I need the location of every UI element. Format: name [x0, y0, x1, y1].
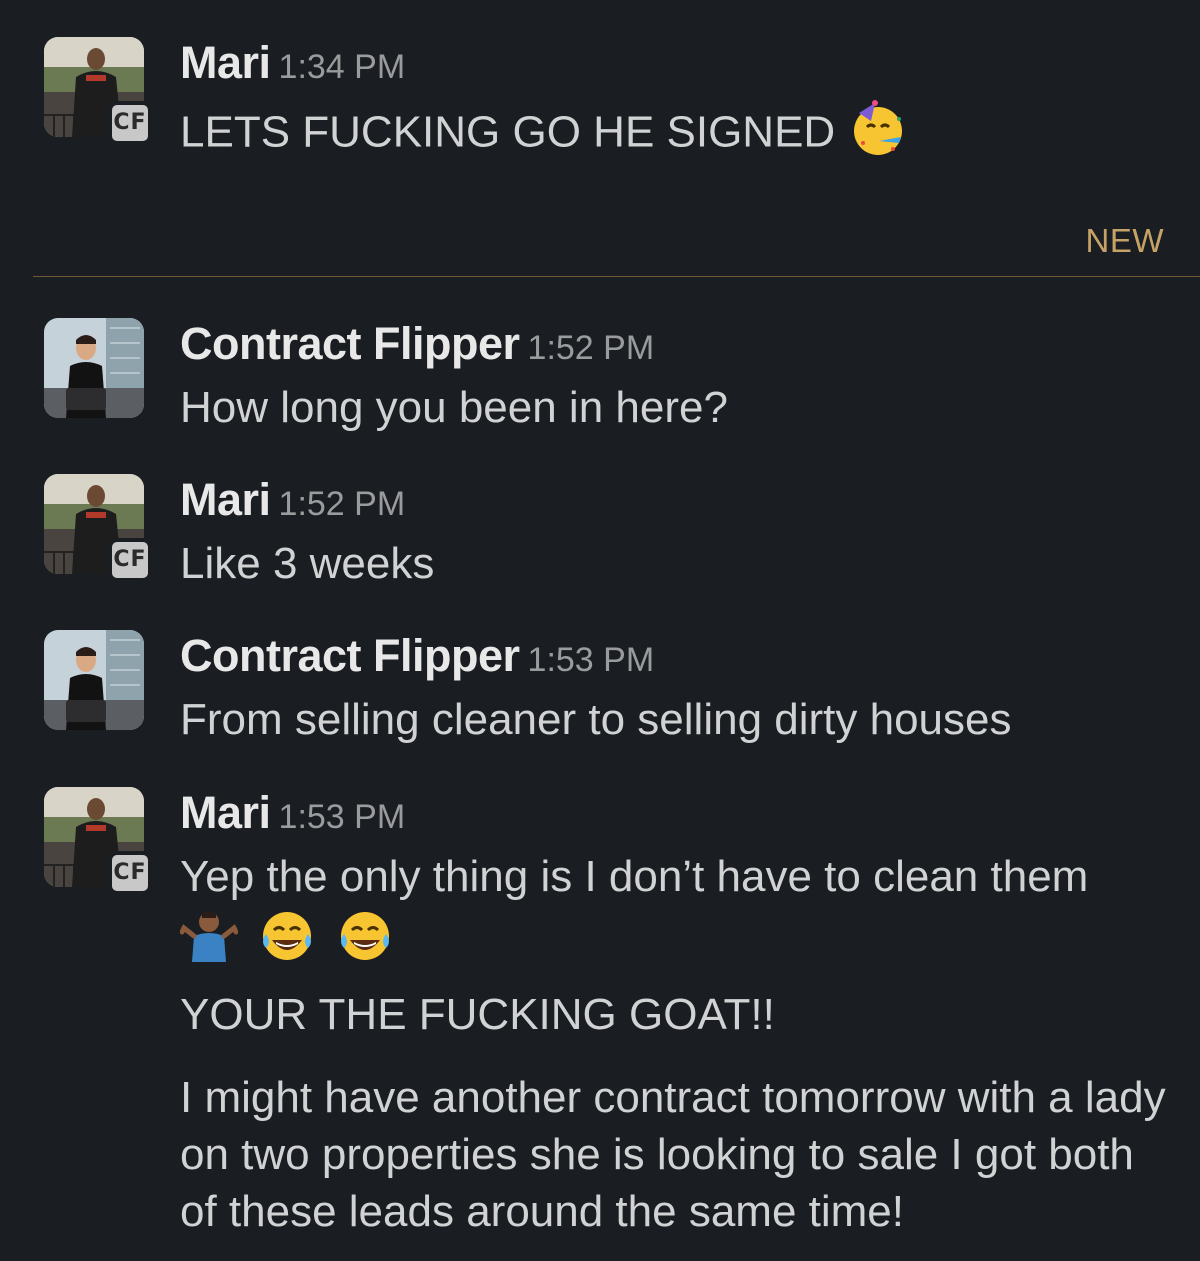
message-item[interactable]: Contract Flipper 1:53 PM From selling cle… [0, 630, 1200, 750]
tears-of-joy-icon [336, 906, 394, 969]
timestamp[interactable]: 1:53 PM [528, 641, 655, 679]
message-text: Yep the only thing is I don’t have to cl… [180, 852, 1089, 901]
contract-flipper-avatar[interactable] [44, 318, 144, 418]
chat-window: CF Mari 1:34 PM LETS FUCKING GO HE SIGNED [0, 0, 1200, 1261]
message-header: Mari 1:34 PM [180, 37, 405, 93]
new-messages-divider [33, 276, 1200, 277]
avatar[interactable] [44, 318, 146, 420]
cf-badge: CF [108, 538, 152, 582]
username[interactable]: Contract Flipper [180, 630, 520, 681]
emoji-row [179, 905, 394, 969]
timestamp[interactable]: 1:52 PM [528, 329, 655, 367]
person-shrugging-icon [179, 906, 239, 969]
message-text: How long you been in here? [180, 383, 728, 432]
message-header: Contract Flipper 1:53 PM [180, 630, 654, 686]
avatar[interactable]: CF [44, 37, 152, 145]
message-text: Like 3 weeks [180, 539, 435, 588]
message-text: YOUR THE FUCKING GOAT!! [180, 990, 775, 1039]
username[interactable]: Mari [180, 474, 271, 525]
avatar[interactable]: CF [44, 787, 152, 895]
message-header: Mari 1:52 PM [180, 474, 405, 530]
timestamp[interactable]: 1:53 PM [279, 798, 406, 836]
partying-face-icon [849, 99, 907, 171]
avatar[interactable]: CF [44, 474, 152, 582]
timestamp[interactable]: 1:52 PM [279, 485, 406, 523]
new-messages-label: NEW [1085, 222, 1164, 259]
message-item[interactable]: CF Mari 1:53 PM Yep the only thing is I d… [0, 787, 1200, 1247]
contract-flipper-avatar[interactable] [44, 630, 144, 730]
message-header: Contract Flipper 1:52 PM [180, 318, 654, 374]
tears-of-joy-icon [258, 906, 316, 969]
message-item[interactable]: CF Mari 1:34 PM LETS FUCKING GO HE SIGNED [0, 37, 1200, 197]
message-text: From selling cleaner to selling dirty ho… [180, 695, 1012, 744]
avatar[interactable] [44, 630, 146, 732]
timestamp[interactable]: 1:34 PM [279, 48, 406, 86]
cf-badge: CF [108, 851, 152, 895]
message-line: LETS FUCKING GO HE SIGNED [180, 107, 836, 157]
message-item[interactable]: CF Mari 1:52 PM Like 3 weeks [0, 474, 1200, 594]
username[interactable]: Mari [180, 787, 271, 838]
username[interactable]: Contract Flipper [180, 318, 520, 369]
message-text: I might have another contract tomorrow w… [180, 1073, 1166, 1236]
message-text: LETS FUCKING GO HE SIGNED [180, 99, 907, 171]
username[interactable]: Mari [180, 37, 271, 88]
message-item[interactable]: Contract Flipper 1:52 PM How long you bee… [0, 318, 1200, 438]
message-header: Mari 1:53 PM [180, 787, 405, 843]
cf-badge: CF [108, 101, 152, 145]
